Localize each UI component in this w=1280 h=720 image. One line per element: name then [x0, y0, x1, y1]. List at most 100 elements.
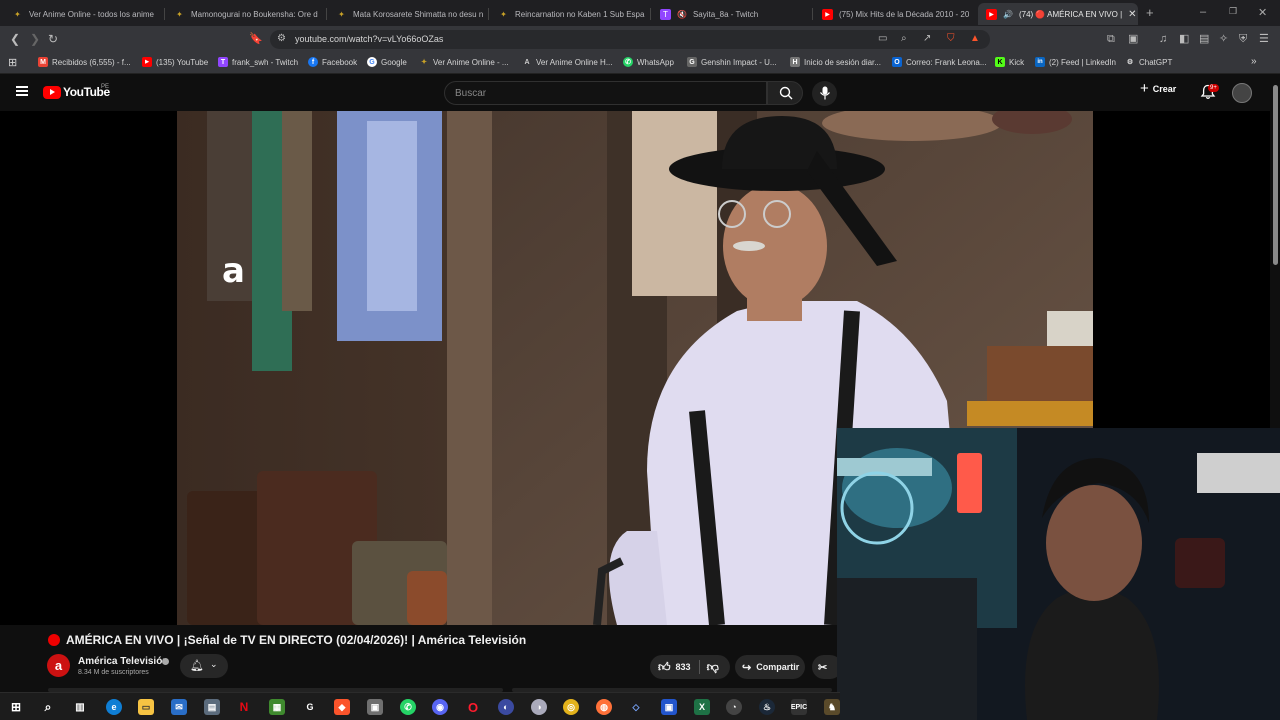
mail-icon[interactable]: ✉	[171, 699, 187, 715]
app-icon[interactable]: ▤	[204, 699, 220, 715]
like-button[interactable]: 👍︎ 833	[650, 660, 691, 675]
minimize-icon[interactable]: –	[1200, 6, 1206, 18]
steam-icon[interactable]: ♨	[759, 699, 775, 715]
bookmark-item[interactable]: in (2) Feed | LinkedIn	[1035, 57, 1116, 67]
hamburger-menu-icon[interactable]	[16, 86, 28, 96]
reload-icon[interactable]: ↻	[48, 32, 58, 46]
epic-icon[interactable]: G	[302, 699, 318, 715]
bookmark-item[interactable]: H Inicio de sesión diar...	[790, 57, 881, 67]
close-window-icon[interactable]: ✕	[1258, 6, 1267, 19]
cast-icon[interactable]: ▭	[878, 33, 887, 44]
app-icon[interactable]: ◇	[628, 699, 644, 715]
brave-shield-icon[interactable]: ⛉	[947, 33, 955, 44]
restore-icon[interactable]: ❐	[1229, 6, 1237, 17]
browser-tab[interactable]: ▶ (75) Mix Hits de la Década 2010 - 20	[814, 3, 974, 25]
media-icon[interactable]: ♫	[1159, 32, 1167, 46]
tab-label: Ver Anime Online - todos los anime	[29, 9, 154, 19]
browser-tab[interactable]: T 🔇 Sayita_8a - Twitch	[652, 3, 810, 25]
back-icon[interactable]: ❮	[10, 32, 20, 46]
app-icon[interactable]: ◐	[498, 699, 514, 715]
tab-label: Mata Korosarete Shimatta no desu n	[353, 9, 484, 19]
browser-tab[interactable]: ✦ Ver Anime Online - todos los anime	[4, 3, 162, 25]
bookmark-item[interactable]: f Facebook	[308, 57, 357, 67]
search-button[interactable]	[767, 81, 803, 105]
youtube-header: YouTube PE Buscar + Crear	[0, 75, 1280, 111]
close-tab-icon[interactable]: ✕	[1128, 9, 1136, 20]
bookmark-item[interactable]: M Recibidos (6,555) - f...	[38, 57, 131, 67]
channel-avatar[interactable]: a	[47, 654, 70, 677]
url-text[interactable]: youtube.com/watch?v=vLYo66oOZas	[295, 34, 443, 44]
app-icon[interactable]: ♞	[824, 699, 840, 715]
audio-icon[interactable]: 🔊	[1003, 10, 1013, 19]
create-label: Crear	[1152, 84, 1177, 94]
wallet-icon[interactable]: ▣	[1128, 32, 1138, 46]
file-explorer-icon[interactable]: ▭	[138, 699, 154, 715]
app-icon[interactable]: ◔	[726, 699, 742, 715]
netflix-icon[interactable]: N	[236, 699, 252, 715]
mute-icon[interactable]: 🔇	[677, 10, 687, 19]
browser-tab-active[interactable]: ▶ 🔊 (74) 🔴 AMÉRICA EN VIVO | ✕	[978, 3, 1138, 25]
brave-icon[interactable]: ◆	[334, 699, 350, 715]
share-button[interactable]: ↪ Compartir	[735, 655, 805, 679]
channel-name[interactable]: América Televisión	[78, 656, 168, 667]
apps-icon[interactable]: ⊞	[8, 56, 17, 69]
browser-tab[interactable]: ✦ Mata Korosarete Shimatta no desu n	[328, 3, 486, 25]
browser-tab[interactable]: ✦ Mamonogurai no Boukensha: Ore d	[166, 3, 324, 25]
task-view-icon[interactable]: ▥	[72, 699, 88, 715]
voice-search-button[interactable]	[812, 81, 837, 106]
app-icon[interactable]: ◑	[531, 699, 547, 715]
search-icon[interactable]: ⌕	[40, 699, 56, 715]
site-info-icon[interactable]: ⚙	[277, 33, 286, 44]
brave-rewards-icon[interactable]: ▲	[970, 33, 980, 44]
leo-ai-icon[interactable]: ✧	[1219, 32, 1228, 46]
bookmark-item[interactable]: ✆ WhatsApp	[623, 57, 674, 67]
discord-icon[interactable]: ◉	[432, 699, 448, 715]
zoom-icon[interactable]: ⌕	[901, 33, 907, 44]
bookmark-item[interactable]: G Google	[367, 57, 407, 67]
bookmark-item[interactable]: Tfrank_swh - Twitch	[218, 57, 298, 67]
bookmark-item[interactable]: ✦ Ver Anime Online - ...	[419, 57, 509, 67]
extensions-icon[interactable]: ⧉	[1107, 32, 1115, 46]
sidebar-icon[interactable]: ◧	[1179, 32, 1189, 46]
store-icon[interactable]: ▣	[367, 699, 383, 715]
anime-site-icon: ✦	[176, 9, 183, 19]
user-avatar[interactable]	[1232, 83, 1252, 103]
browser-tab[interactable]: ✦ Reincarnation no Kaben 1 Sub Espa	[490, 3, 648, 25]
whatsapp-icon[interactable]: ✆	[400, 699, 416, 715]
create-button[interactable]: + Crear	[1140, 81, 1177, 96]
bookmark-item[interactable]: ▶ (135) YouTube	[142, 57, 208, 67]
bookmark-item[interactable]: G Genshin Impact - U...	[687, 57, 777, 67]
subscription-bell-button[interactable]: 🔔︎ ⌄	[180, 654, 228, 678]
share-icon[interactable]: ↗	[923, 33, 931, 44]
search-input[interactable]: Buscar	[444, 81, 767, 105]
opera-icon[interactable]: O	[465, 699, 481, 715]
video-title: AMÉRICA EN VIVO | ¡Señal de TV EN DIRECT…	[66, 633, 527, 647]
scrollbar-thumb[interactable]	[1273, 85, 1278, 265]
chatgpt-icon: ⚙	[1126, 59, 1134, 66]
address-bar[interactable]: ⚙ youtube.com/watch?v=vLYo66oOZas ▭ ⌕ ↗ …	[270, 30, 990, 49]
edge-icon[interactable]: e	[106, 699, 122, 715]
bell-icon: 🔔︎	[190, 660, 204, 672]
microphone-icon	[820, 86, 830, 100]
more-bookmarks-icon[interactable]: »	[1251, 56, 1257, 67]
firefox-icon[interactable]: ◍	[596, 699, 612, 715]
epic-games-icon[interactable]: EPIC	[791, 699, 807, 715]
bookmark-item[interactable]: K Kick	[995, 57, 1024, 67]
bookmark-item[interactable]: ⚙ ChatGPT	[1125, 57, 1172, 67]
excel-icon[interactable]: X	[694, 699, 710, 715]
browser-menu-icon[interactable]: ☰	[1259, 32, 1269, 46]
bookmark-item[interactable]: A Ver Anime Online H...	[522, 57, 612, 67]
vpn-icon[interactable]: ⛨	[1239, 32, 1247, 46]
dislike-button[interactable]: 👎︎	[700, 660, 719, 675]
minecraft-icon[interactable]: ▦	[269, 699, 285, 715]
app-icon[interactable]: ▣	[661, 699, 677, 715]
youtube-logo[interactable]: YouTube	[43, 85, 110, 99]
forward-icon[interactable]: ❯	[30, 32, 40, 46]
page-scrollbar[interactable]	[1271, 75, 1280, 428]
bookmark-icon[interactable]: 🔖	[249, 32, 263, 46]
chrome-icon[interactable]: ◎	[563, 699, 579, 715]
bookmark-item[interactable]: O Correo: Frank Leona...	[892, 57, 986, 67]
wallet2-icon[interactable]: ▤	[1199, 32, 1209, 46]
windows-start-icon[interactable]: ⊞	[8, 699, 24, 715]
new-tab-icon[interactable]: +	[1146, 5, 1154, 20]
